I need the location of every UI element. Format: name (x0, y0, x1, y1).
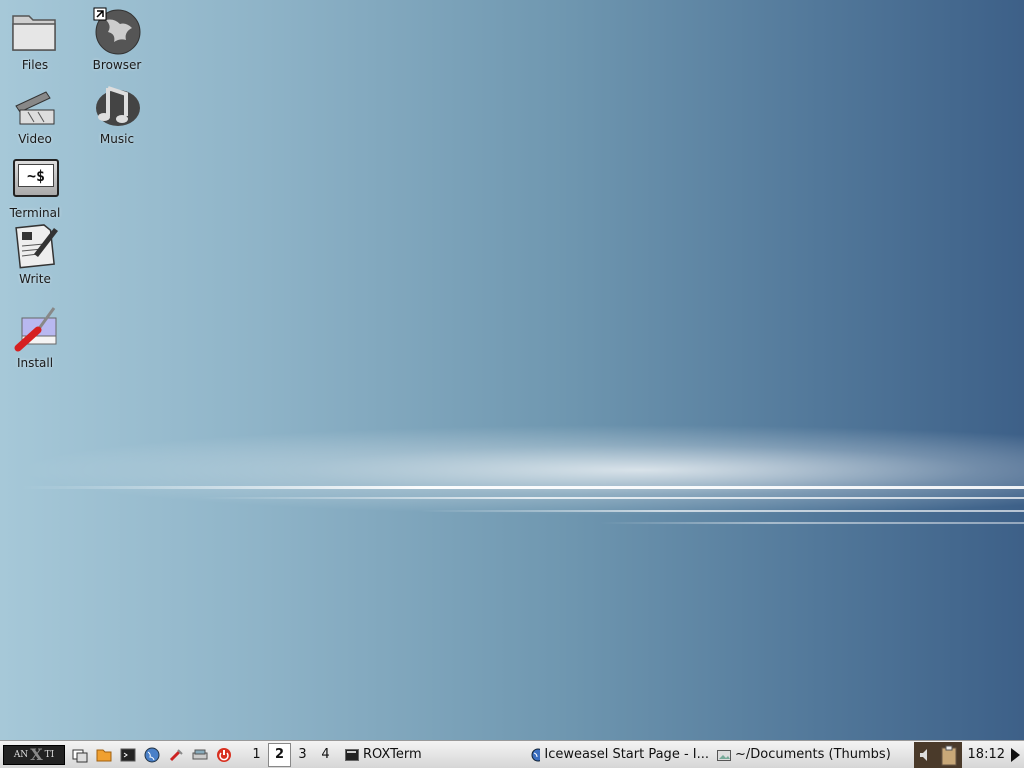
power-icon[interactable] (215, 746, 233, 764)
task-documents[interactable]: ~/Documents (Thumbs) (713, 743, 903, 767)
terminal-icon (345, 748, 359, 761)
wallpaper-streak (20, 486, 1024, 489)
terminal-prompt-glyph: ~$ (18, 164, 54, 187)
task-iceweasel[interactable]: Iceweasel Start Page - I... (527, 743, 713, 767)
music-note-icon (92, 80, 142, 130)
globe-icon (92, 6, 142, 56)
wallpaper-streak (200, 497, 1024, 499)
desktop-icon-terminal[interactable]: ~$ Terminal (0, 154, 71, 220)
taskbar: AN X TI 1 2 3 4 ROXTerm Iceweasel Start … (0, 740, 1024, 768)
window-icon[interactable] (71, 746, 89, 764)
folder-icon (10, 6, 60, 56)
desktop-icon-label: Terminal (9, 206, 61, 220)
globe-icon (531, 748, 541, 761)
desktop-icon-label: Video (18, 132, 52, 146)
desktop-icon-install[interactable]: Install (0, 304, 71, 370)
drive-icon[interactable] (191, 746, 209, 764)
clapperboard-icon (10, 80, 60, 130)
workspace-3-button[interactable]: 3 (291, 743, 314, 767)
desktop-icon-browser[interactable]: Browser (81, 6, 153, 72)
wallpaper-streak (600, 522, 1024, 524)
clipboard-icon[interactable] (940, 744, 958, 766)
workspace-pager: 1 2 3 4 (245, 742, 337, 767)
terminal-icon[interactable] (119, 746, 137, 764)
globe-icon[interactable] (143, 746, 161, 764)
tools-icon[interactable] (167, 746, 185, 764)
task-roxterm[interactable]: ROXTerm (341, 743, 527, 767)
desktop-icon-label: Files (21, 58, 49, 72)
workspace-4-button[interactable]: 4 (314, 743, 337, 767)
tray-expand-arrow-icon[interactable] (1011, 747, 1020, 762)
task-label: Iceweasel Start Page - I... (544, 747, 709, 762)
tray-icons (913, 741, 962, 768)
screwdriver-icon (10, 304, 60, 354)
wallpaper-streak (420, 510, 1024, 512)
system-tray: 18:12 (913, 741, 1024, 768)
start-menu-button[interactable]: AN X TI (3, 744, 65, 765)
menu-logo-mark: X (30, 745, 43, 764)
desktop-icon-label: Write (19, 272, 51, 286)
terminal-icon: ~$ (10, 154, 60, 204)
desktop-icon-label: Browser (92, 58, 142, 72)
folder-icon[interactable] (95, 746, 113, 764)
task-label: ~/Documents (Thumbs) (735, 747, 891, 762)
image-folder-icon (717, 749, 731, 761)
workspace-2-button[interactable]: 2 (268, 742, 291, 767)
workspace-1-button[interactable]: 1 (245, 743, 268, 767)
desktop-icon-video[interactable]: Video (0, 80, 71, 146)
desktop-icon-write[interactable]: Write (0, 220, 71, 286)
desktop-icon-label: Music (99, 132, 135, 146)
task-label: ROXTerm (363, 747, 422, 762)
menu-logo-right: TI (44, 749, 55, 760)
document-pen-icon (10, 220, 60, 270)
desktop-icon-files[interactable]: Files (0, 6, 71, 72)
menu-logo-left: AN (13, 749, 29, 760)
clock[interactable]: 18:12 (962, 747, 1011, 762)
speaker-icon[interactable] (917, 747, 933, 763)
desktop-icon-music[interactable]: Music (81, 80, 153, 146)
desktop-icon-label: Install (16, 356, 54, 370)
